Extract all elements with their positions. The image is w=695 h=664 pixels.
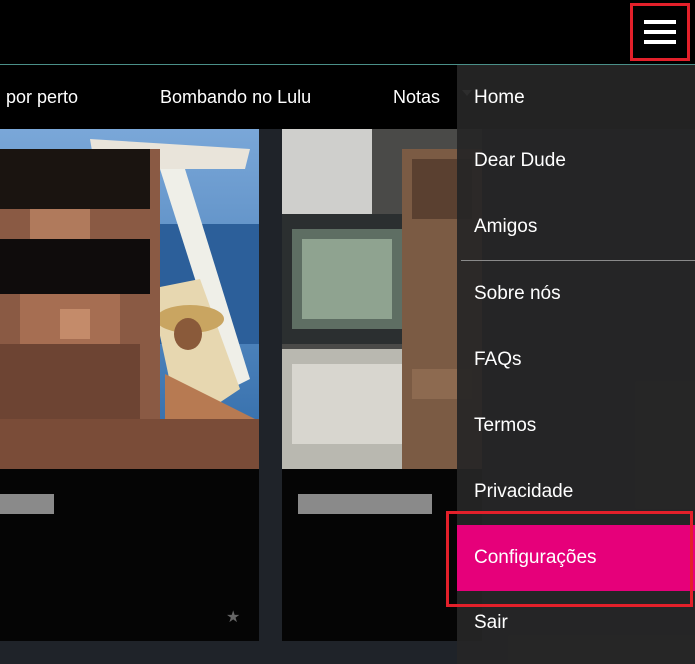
top-bar [0, 0, 695, 65]
tab-trending[interactable]: Bombando no Lulu [160, 87, 311, 108]
menu-item-sair[interactable]: Sair [457, 590, 695, 656]
navigation-menu: Home Dear Dude Amigos Sobre nós FAQs Ter… [457, 65, 695, 664]
menu-item-sobre-nos[interactable]: Sobre nós [457, 261, 695, 327]
profile-name-blurred [298, 494, 432, 514]
profile-name-blurred [0, 494, 54, 514]
star-icon[interactable]: ★ [226, 607, 240, 627]
menu-item-configuracoes[interactable]: Configurações [457, 525, 695, 591]
tab-notes[interactable]: Notas [393, 87, 440, 108]
menu-button[interactable] [630, 3, 690, 61]
profile-card[interactable] [282, 129, 482, 641]
menu-item-home[interactable]: Home [457, 65, 695, 131]
boat-photo-image [0, 129, 259, 469]
menu-item-privacidade[interactable]: Privacidade [457, 459, 695, 525]
tab-nearby[interactable]: i por perto [0, 87, 78, 108]
menu-item-faqs[interactable]: FAQs [457, 327, 695, 393]
profile-photo [0, 129, 259, 469]
profile-card[interactable]: ★ [0, 129, 259, 641]
profile-photo [282, 129, 482, 469]
hamburger-icon [644, 20, 676, 44]
studio-photo-image [282, 129, 482, 469]
menu-item-termos[interactable]: Termos [457, 393, 695, 459]
menu-item-dear-dude[interactable]: Dear Dude [457, 128, 695, 194]
menu-item-amigos[interactable]: Amigos [457, 194, 695, 260]
